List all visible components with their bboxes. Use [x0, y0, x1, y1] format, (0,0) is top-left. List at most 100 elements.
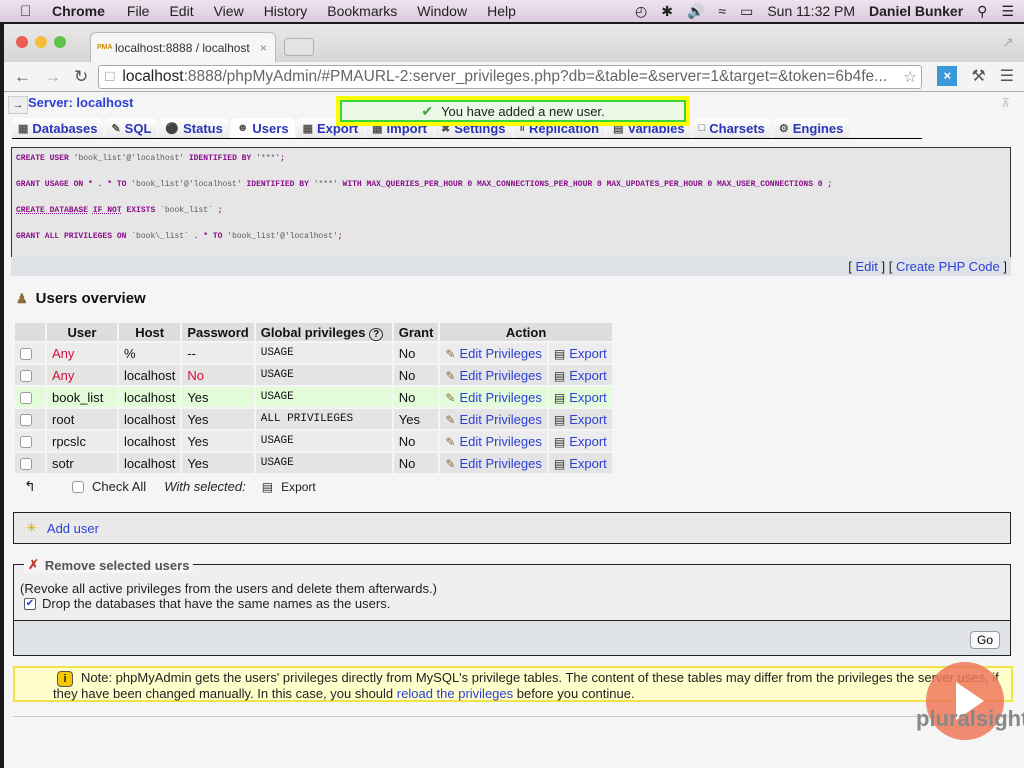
bluetooth-icon[interactable]: ✱ [661, 3, 673, 20]
tab-databases[interactable]: ▦ Databases [12, 118, 104, 138]
chrome-menu-icon[interactable]: ☰ [1000, 66, 1014, 86]
export-link[interactable]: Export [569, 346, 607, 361]
remove-users-fieldset: ✗ Remove selected users (Revoke all acti… [13, 557, 1011, 620]
tab-sql[interactable]: ✎ SQL [105, 118, 158, 138]
wifi-icon[interactable]: ≈ [718, 3, 726, 19]
reload-privileges-link[interactable]: reload the privileges [397, 686, 513, 701]
remove-users-legend: ✗ Remove selected users [24, 557, 194, 573]
tab-label: SQL [124, 120, 152, 136]
clock[interactable]: Sun 11:32 PM [767, 3, 855, 19]
tab-engines[interactable]: ⚙ Engines [772, 118, 850, 138]
add-user-link[interactable]: Add user [47, 521, 99, 536]
column-header-global-privileges[interactable]: Global privileges ? [255, 323, 392, 341]
edit-privileges-cell: ✎ Edit Privileges [440, 409, 547, 429]
menu-window[interactable]: Window [417, 3, 467, 19]
edit-privileges-link[interactable]: Edit Privileges [459, 456, 541, 471]
menu-file[interactable]: File [127, 3, 150, 19]
edit-privileges-link[interactable]: Edit Privileges [459, 346, 541, 361]
new-tab-button[interactable] [284, 38, 314, 56]
row-checkbox[interactable] [20, 348, 32, 361]
table-row: sotr localhost Yes USAGE No ✎ Edit Privil… [15, 453, 612, 473]
tab-status[interactable]: ⚫ Status [159, 118, 229, 138]
drop-db-checkbox[interactable]: ✔ [24, 597, 36, 610]
column-header-password[interactable]: Password [182, 323, 254, 341]
sql-line-create-database: CREATE DATABASE IF NOT EXISTS `book_list… [16, 206, 223, 215]
scroll-top-icon[interactable]: ⊼ [1001, 96, 1010, 110]
row-checkbox[interactable] [20, 436, 32, 449]
column-header-host[interactable]: Host [119, 323, 181, 341]
menu-app-name[interactable]: Chrome [52, 3, 105, 19]
row-checkbox[interactable] [20, 392, 32, 405]
bookmark-star-icon[interactable]: ☆ [903, 68, 917, 87]
battery-icon[interactable]: ▭ [740, 3, 753, 20]
sql-line-grant-usage: GRANT USAGE ON * . * TO 'book_list'@'loc… [16, 180, 832, 189]
menu-history[interactable]: History [264, 3, 308, 19]
user-name[interactable]: Daniel Bunker [869, 3, 963, 19]
column-header-grant[interactable]: Grant [393, 323, 439, 341]
export-cell: ▤ Export [548, 453, 612, 473]
edit-privileges-link[interactable]: Edit Privileges [459, 368, 541, 383]
browser-tab[interactable]: PMA localhost:8888 / localhost × [90, 32, 276, 62]
volume-icon[interactable]: 🔊 [687, 3, 704, 20]
row-checkbox[interactable] [20, 414, 32, 427]
bulk-export-button[interactable]: Export [281, 480, 316, 494]
edit-privileges-link[interactable]: Edit Privileges [459, 412, 541, 427]
help-icon[interactable]: ? [369, 327, 384, 341]
check-all-label[interactable]: Check All [92, 479, 146, 494]
column-label: Global privileges [260, 324, 366, 340]
notification-list-icon[interactable]: ☰ [1001, 3, 1014, 20]
menu-edit[interactable]: Edit [169, 3, 193, 19]
close-tab-icon[interactable]: × [260, 41, 267, 55]
forward-icon[interactable]: → [44, 67, 64, 87]
export-link[interactable]: Export [569, 412, 607, 427]
edit-sql-link[interactable]: Edit [855, 259, 877, 274]
minimize-window-button[interactable] [35, 36, 47, 48]
sql-keyword: EXISTS [126, 206, 156, 215]
wrench-icon[interactable]: ⚒ [971, 66, 985, 86]
menu-help[interactable]: Help [487, 3, 516, 19]
zoom-window-button[interactable] [54, 36, 66, 48]
menu-view[interactable]: View [214, 3, 244, 19]
export-link[interactable]: Export [569, 434, 607, 449]
edit-privileges-link[interactable]: Edit Privileges [459, 390, 541, 405]
go-button[interactable]: Go [970, 631, 1000, 649]
row-checkbox[interactable] [20, 370, 32, 383]
edit-privileges-icon: ✎ [445, 390, 456, 405]
user-cell: Any [47, 343, 117, 363]
row-checkbox-cell [15, 387, 45, 407]
tab-charsets[interactable]: □ Charsets [692, 118, 771, 138]
back-icon[interactable]: ← [14, 67, 34, 87]
sql-string: `book_list` [160, 206, 213, 215]
extension-icon[interactable]: × [937, 66, 958, 86]
apple-icon[interactable]:  [20, 3, 42, 20]
sql-punct: ; [337, 232, 343, 241]
navigation-toggle-icon[interactable]: → [8, 96, 28, 114]
address-bar[interactable]: □ localhost :8888/phpMyAdmin/#PMAURL-2:s… [98, 65, 922, 89]
fullscreen-icon[interactable]: ↗ [1002, 34, 1014, 51]
tab-label: Charsets [709, 120, 765, 136]
browser-toolbar: ← → ↻ □ localhost :8888/phpMyAdmin/#PMAU… [4, 62, 1024, 92]
tab-users[interactable]: ☻ Users [230, 118, 295, 138]
column-header-user[interactable]: User [47, 323, 117, 341]
menu-bookmarks[interactable]: Bookmarks [327, 3, 397, 19]
edit-privileges-cell: ✎ Edit Privileges [440, 365, 547, 385]
server-breadcrumb[interactable]: Server: localhost [28, 95, 134, 110]
charsets-icon: □ [698, 122, 706, 134]
reload-icon[interactable]: ↻ [74, 67, 94, 87]
create-php-code-link[interactable]: Create PHP Code [896, 259, 1000, 274]
spotlight-icon[interactable]: ⚲ [977, 3, 987, 20]
edit-privileges-link[interactable]: Edit Privileges [459, 434, 541, 449]
close-window-button[interactable] [16, 36, 28, 48]
row-checkbox-cell [15, 409, 45, 429]
export-link[interactable]: Export [569, 390, 607, 405]
drop-db-label[interactable]: Drop the databases that have the same na… [42, 596, 390, 611]
sql-doc-link[interactable]: IF NOT [93, 206, 122, 215]
check-all-checkbox[interactable] [72, 480, 84, 493]
export-link[interactable]: Export [569, 456, 607, 471]
time-machine-icon[interactable]: ◴ [635, 3, 647, 20]
privileges-cell: USAGE [255, 453, 392, 473]
edit-privileges-icon: ✎ [445, 346, 456, 361]
export-link[interactable]: Export [569, 368, 607, 383]
sql-doc-link[interactable]: CREATE DATABASE [16, 206, 88, 215]
row-checkbox[interactable] [20, 458, 32, 471]
